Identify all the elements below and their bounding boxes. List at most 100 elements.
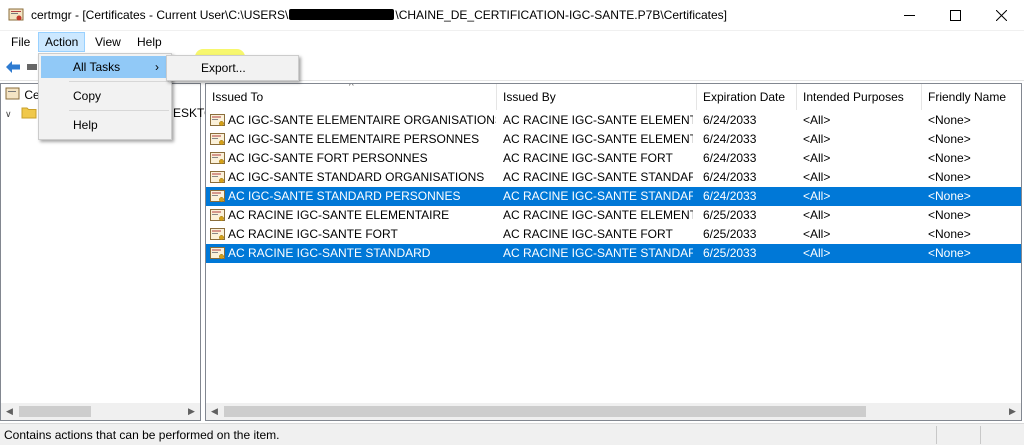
cell-intended-purposes: <All> <box>803 246 831 260</box>
back-arrow-icon[interactable] <box>4 58 22 76</box>
status-divider <box>936 426 937 444</box>
cell-friendly-name: <None> <box>928 189 971 203</box>
status-bar: Contains actions that can be performed o… <box>0 423 1024 445</box>
window-title: certmgr - [Certificates - Current User\C… <box>31 8 727 22</box>
column-issued-to-label: Issued To <box>212 90 264 104</box>
list-horizontal-scrollbar[interactable]: ◀ ▶ <box>206 403 1021 420</box>
menu-help[interactable]: Help <box>131 32 168 52</box>
certificate-icon <box>210 133 225 145</box>
cell-issued-by: AC RACINE IGC-SANTE FORT <box>503 151 673 165</box>
title-bar: certmgr - [Certificates - Current User\C… <box>0 0 1024 31</box>
cell-expiration-date: 6/24/2033 <box>703 113 757 127</box>
cell-expiration-date: 6/24/2033 <box>703 170 757 184</box>
all-tasks-label: All Tasks <box>73 60 121 74</box>
submenu-arrow-icon: › <box>155 60 159 74</box>
window-title-suffix: \CHAINE_DE_CERTIFICATION-IGC-SANTE.P7B\C… <box>395 8 728 22</box>
status-text: Contains actions that can be performed o… <box>4 428 280 442</box>
cell-expiration-date: 6/24/2033 <box>703 189 757 203</box>
column-intended-purposes[interactable]: Intended Purposes <box>797 84 922 110</box>
column-expiration-date[interactable]: Expiration Date <box>697 84 797 110</box>
menu-bar: File Action View Help <box>0 31 1024 53</box>
scroll-left-icon[interactable]: ◀ <box>1 403 18 420</box>
scroll-right-icon[interactable]: ▶ <box>183 403 200 420</box>
scrollbar-thumb[interactable] <box>224 406 866 417</box>
cell-issued-to: AC RACINE IGC-SANTE ELEMENTAIRE <box>228 208 450 222</box>
redacted-username <box>289 9 395 20</box>
certificate-list-pane: ^ Issued To Issued By Expiration Date In… <box>205 83 1022 421</box>
tree-horizontal-scrollbar[interactable]: ◀ ▶ <box>1 403 200 420</box>
window-title-prefix: certmgr - [Certificates - Current User\C… <box>31 8 289 22</box>
cell-expiration-date: 6/25/2033 <box>703 208 757 222</box>
menu-item-all-tasks[interactable]: All Tasks › <box>41 56 169 78</box>
scroll-right-icon[interactable]: ▶ <box>1004 403 1021 420</box>
cell-issued-by: AC RACINE IGC-SANTE FORT <box>503 227 673 241</box>
table-row[interactable]: AC RACINE IGC-SANTE STANDARD AC RACINE IG… <box>206 244 1021 263</box>
cell-friendly-name: <None> <box>928 208 971 222</box>
table-row[interactable]: AC IGC-SANTE ELEMENTAIRE ORGANISATIONS AC… <box>206 111 1021 130</box>
menu-file[interactable]: File <box>5 32 36 52</box>
cell-issued-by: AC RACINE IGC-SANTE STANDARD <box>503 189 693 203</box>
menu-action[interactable]: Action <box>38 32 86 52</box>
cell-expiration-date: 6/24/2033 <box>703 132 757 146</box>
close-icon <box>995 10 1007 21</box>
cell-friendly-name: <None> <box>928 151 971 165</box>
cell-friendly-name: <None> <box>928 113 971 127</box>
cell-intended-purposes: <All> <box>803 189 831 203</box>
cell-issued-by: AC RACINE IGC-SANTE STANDARD <box>503 170 693 184</box>
cell-issued-to: AC RACINE IGC-SANTE STANDARD <box>228 246 431 260</box>
column-friendly-name[interactable]: Friendly Name <box>922 84 1021 110</box>
cell-friendly-name: <None> <box>928 227 971 241</box>
cell-intended-purposes: <All> <box>803 227 831 241</box>
certificate-icon <box>210 171 225 183</box>
close-button[interactable] <box>978 0 1024 31</box>
menu-item-copy[interactable]: Copy <box>41 85 169 107</box>
cell-expiration-date: 6/25/2033 <box>703 246 757 260</box>
menu-separator <box>69 110 169 111</box>
scroll-left-icon[interactable]: ◀ <box>206 403 223 420</box>
table-row[interactable]: AC IGC-SANTE STANDARD ORGANISATIONS AC RA… <box>206 168 1021 187</box>
minimize-icon <box>903 15 915 16</box>
cell-issued-by: AC RACINE IGC-SANTE ELEMENT... <box>503 132 693 146</box>
cell-issued-by: AC RACINE IGC-SANTE ELEMENT... <box>503 208 693 222</box>
cell-issued-to: AC RACINE IGC-SANTE FORT <box>228 227 398 241</box>
minimize-button[interactable] <box>886 0 932 31</box>
menu-separator <box>69 81 169 82</box>
cell-intended-purposes: <All> <box>803 208 831 222</box>
cell-issued-to: AC IGC-SANTE STANDARD ORGANISATIONS <box>228 170 485 184</box>
certmgr-app-icon <box>8 8 24 21</box>
cell-friendly-name: <None> <box>928 170 971 184</box>
table-row[interactable]: AC IGC-SANTE FORT PERSONNES AC RACINE IGC… <box>206 149 1021 168</box>
all-tasks-submenu: Export... <box>166 55 299 81</box>
cell-expiration-date: 6/24/2033 <box>703 151 757 165</box>
cell-issued-to: AC IGC-SANTE ELEMENTAIRE ORGANISATIONS <box>228 113 496 127</box>
maximize-icon <box>949 10 961 21</box>
table-row[interactable]: AC IGC-SANTE STANDARD PERSONNES AC RACINE… <box>206 187 1021 206</box>
certificate-icon <box>210 152 225 164</box>
cell-intended-purposes: <All> <box>803 113 831 127</box>
menu-item-export[interactable]: Export... <box>169 58 296 78</box>
cell-issued-to: AC IGC-SANTE ELEMENTAIRE PERSONNES <box>228 132 480 146</box>
tree-expand-icon[interactable]: ∨ <box>5 109 12 119</box>
table-row[interactable]: AC RACINE IGC-SANTE ELEMENTAIRE AC RACINE… <box>206 206 1021 225</box>
menu-view[interactable]: View <box>89 32 127 52</box>
cell-issued-to: AC IGC-SANTE FORT PERSONNES <box>228 151 428 165</box>
certificate-icon <box>210 114 225 126</box>
cell-issued-to: AC IGC-SANTE STANDARD PERSONNES <box>228 189 461 203</box>
cell-intended-purposes: <All> <box>803 170 831 184</box>
toolbar-icon[interactable] <box>26 58 38 76</box>
cell-expiration-date: 6/25/2033 <box>703 227 757 241</box>
cell-issued-by: AC RACINE IGC-SANTE STANDARD <box>503 246 693 260</box>
sort-ascending-icon: ^ <box>349 83 354 92</box>
maximize-button[interactable] <box>932 0 978 31</box>
cell-intended-purposes: <All> <box>803 132 831 146</box>
folder-icon <box>21 107 37 119</box>
table-row[interactable]: AC IGC-SANTE ELEMENTAIRE PERSONNES AC RAC… <box>206 130 1021 149</box>
tree-child-store[interactable]: ∨ ESKTO <box>5 104 213 122</box>
menu-item-help[interactable]: Help <box>41 114 169 136</box>
column-issued-by[interactable]: Issued By <box>497 84 697 110</box>
table-row[interactable]: AC RACINE IGC-SANTE FORT AC RACINE IGC-SA… <box>206 225 1021 244</box>
certificate-icon <box>210 190 225 202</box>
scrollbar-thumb[interactable] <box>19 406 91 417</box>
tree-root-certificates[interactable]: Ce <box>5 86 40 104</box>
column-issued-to[interactable]: ^ Issued To <box>206 84 497 110</box>
